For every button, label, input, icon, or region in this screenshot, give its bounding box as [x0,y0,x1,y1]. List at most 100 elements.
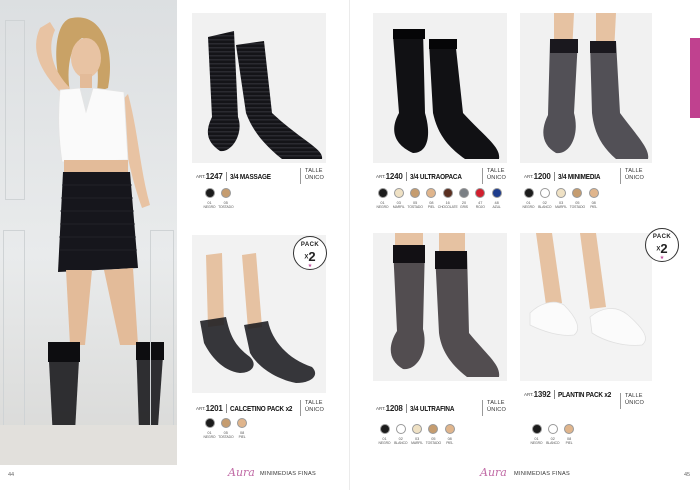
star-icon: ★ [659,255,665,261]
talle-label: TALLE [305,168,323,174]
product-photo-1200 [520,13,652,163]
art-label: ART. [524,391,534,397]
product-photo-1247 [192,13,326,163]
swatch-name: NEGRO [522,205,535,209]
size-label-1392: TALLE ÚNICO [620,393,650,409]
color-swatch: 47 ROJO [474,188,487,209]
section-tab-marker [690,38,700,118]
art-row-1201: ART. 1201 CALCETINO PACK x2 [196,400,302,416]
swatch-name: TOSTADO [218,435,234,439]
art-row-1208: ART. 1208 3/4 ULTRAFINA [376,400,461,416]
product-name: CALCETINO PACK x2 [229,403,292,413]
swatch-name: PIEL [427,205,435,209]
color-swatch: 01 NEGRO [376,188,389,209]
swatch-name: MARFIL [411,441,424,445]
swatch-name: TOSTADO [218,205,234,209]
art-row-1200: ART. 1200 3/4 MINIMEDIA [524,168,607,184]
product-photo-1208 [373,233,507,381]
size-label-1201: TALLE ÚNICO [300,400,330,416]
art-number: 1201 [205,403,223,413]
swatch-dot [523,188,534,198]
art-label: ART. [524,173,534,179]
size-label-1200: TALLE ÚNICO [620,168,650,184]
talle-label: TALLE [487,168,505,174]
swatch-dot [412,424,423,434]
talle-label: TALLE [625,393,643,399]
product-name: 3/4 MASSAGE [229,171,271,181]
art-row-1392: ART. 1392 PLANTIN PACK x2 [524,386,619,402]
swatch-dot [237,418,248,428]
swatch-name: CHOCOLATE [437,205,458,209]
swatch-dot [442,188,453,198]
size-label-1240: TALLE ÚNICO [482,168,512,184]
pack-count: X2 [304,249,316,264]
swatches-1240: 01 NEGRO 03 MARFIL 05 TOSTADO 08 PIEL 16 CHOCOLAT… [376,188,506,209]
color-swatch: 20 GRIS [457,188,470,209]
swatch-name: NEGRO [203,205,216,209]
color-swatch: 02 BLANCO [546,424,560,445]
swatch-dot [475,188,486,198]
pack-x2-badge: PACK X2 ★ [293,236,327,270]
product-name: 3/4 ULTRAOPACA [409,171,462,181]
pack-count: X2 [656,241,668,256]
art-row-1247: ART. 1247 3/4 MASSAGE [196,168,277,184]
swatch-dot [377,188,388,198]
talle-value: ÚNICO [487,175,507,181]
swatch-dot [572,188,583,198]
color-swatch: 08 PIEL [443,424,456,445]
swatch-name: PIEL [446,441,454,445]
swatches-1200: 01 NEGRO 02 BLANCO 03 MARFIL 05 TOSTADO 08 PIEL [522,188,603,209]
swatch-dot [428,424,439,434]
color-swatch: 48 AZUL [490,188,503,209]
swatches-1247: 01 NEGRO 05 TOSTADO [203,188,236,209]
swatch-name: NEGRO [530,441,543,445]
divider [405,403,407,413]
product-name: PLANTIN PACK x2 [557,389,611,399]
swatch-dot [547,424,558,434]
product-photo-1240 [373,13,507,163]
talle-value: ÚNICO [625,400,645,406]
brand-logo: Aura [480,466,507,479]
swatch-dot [204,188,215,198]
swatch-name: TOSTADO [407,205,423,209]
product-name: 3/4 ULTRAFINA [409,403,454,413]
section-title: MINIMEDIAS FINAS [514,471,571,477]
pack-label: PACK [652,234,672,240]
section-title: MINIMEDIAS FINAS [260,471,317,477]
art-label: ART. [196,173,206,179]
page-number-right: 45 [684,472,691,478]
swatch-name: BLANCO [394,441,408,445]
color-swatch: 05 TOSTADO [570,188,585,209]
swatch-dot [220,188,231,198]
swatch-dot [556,188,567,198]
art-number: 1200 [533,171,551,181]
art-label: ART. [376,405,386,411]
swatch-dot [531,424,542,434]
swatch-name: PIEL [238,435,246,439]
swatch-dot [204,418,215,428]
swatch-dot [491,188,502,198]
swatch-dot [539,188,550,198]
left-page: ART. 1247 3/4 MASSAGE TALLE ÚNICO 01 NEGR… [0,0,350,490]
swatches-1208: 01 NEGRO 02 BLANCO 03 MARFIL 05 TOSTADO 08 PIEL [378,424,459,445]
color-swatch: 02 BLANCO [538,188,552,209]
swatch-dot [564,424,575,434]
color-swatch: 01 NEGRO [522,188,535,209]
swatch-dot [588,188,599,198]
color-swatch: 05 TOSTADO [218,418,234,439]
swatch-name: MARFIL [555,205,568,209]
swatch-name: PIEL [565,441,573,445]
swatch-name: NEGRO [376,205,389,209]
art-number: 1240 [385,171,403,181]
talle-value: ÚNICO [305,175,325,181]
color-swatch: 01 NEGRO [203,418,216,439]
swatch-name: MARFIL [392,205,405,209]
color-swatch: 01 NEGRO [530,424,543,445]
swatch-dot [393,188,404,198]
star-icon: ★ [307,263,313,269]
color-swatch: 16 CHOCOLATE [438,188,458,209]
swatch-name: NEGRO [203,435,216,439]
size-label-1247: TALLE ÚNICO [300,168,330,184]
swatch-dot [379,424,390,434]
talle-label: TALLE [305,400,323,406]
